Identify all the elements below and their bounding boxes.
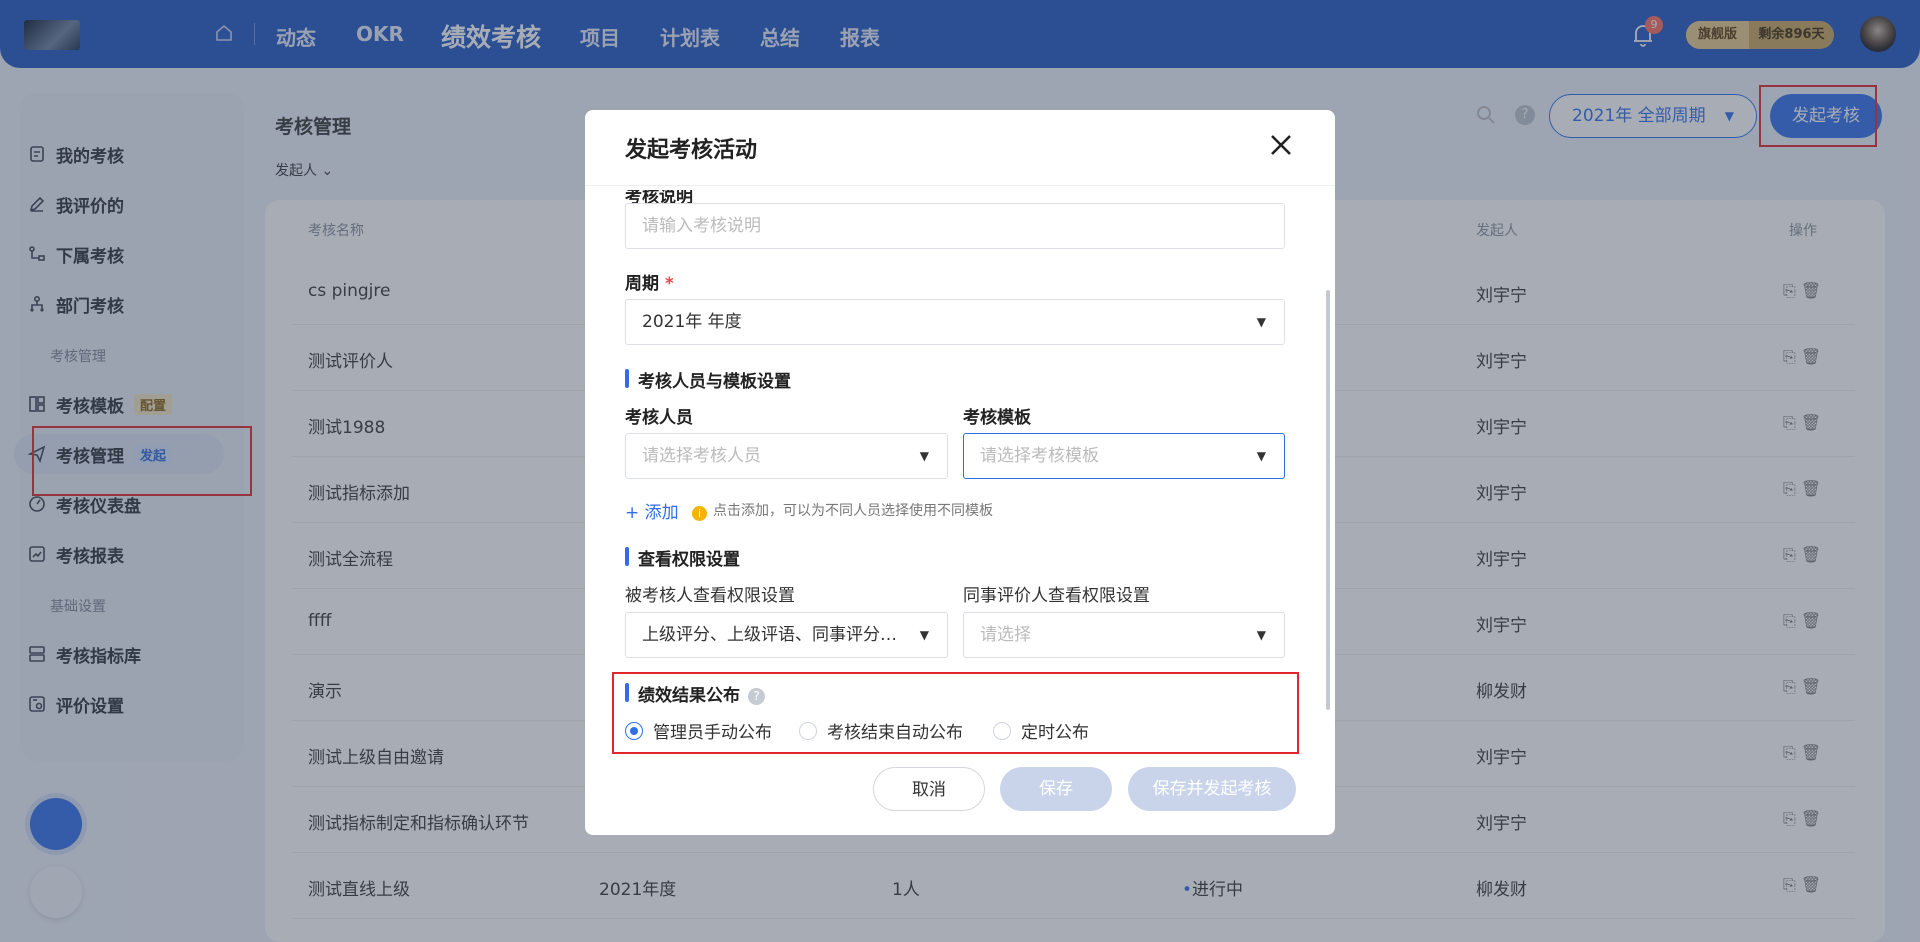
template-select[interactable]: 请选择考核模板 ▼ bbox=[963, 433, 1285, 479]
cancel-button[interactable]: 取消 bbox=[873, 767, 985, 811]
highlight-box-publish bbox=[612, 672, 1299, 754]
dialog-header-divider bbox=[585, 185, 1335, 186]
info-icon: i bbox=[692, 506, 707, 521]
reviewee-permission-select[interactable]: 上级评分、上级评语、同事评分… ▼ bbox=[625, 612, 948, 658]
template-label: 考核模板 bbox=[963, 408, 1031, 428]
description-input[interactable]: 请输入考核说明 bbox=[625, 203, 1285, 249]
launch-review-dialog: 发起考核活动 考核说明 请输入考核说明 周期 * 2021年 年度 ▼ 考核人员与… bbox=[585, 110, 1335, 835]
close-icon[interactable] bbox=[1268, 132, 1294, 158]
dialog-title: 发起考核活动 bbox=[625, 138, 758, 163]
caret-down-icon: ▼ bbox=[1256, 449, 1266, 463]
period-label-text: 周期 bbox=[625, 274, 659, 294]
period-select-field[interactable]: 2021年 年度 ▼ bbox=[625, 299, 1285, 345]
required-mark: * bbox=[664, 274, 674, 294]
add-template-link[interactable]: + 添加 bbox=[625, 498, 679, 523]
peer-permission-label: 同事评价人查看权限设置 bbox=[963, 586, 1150, 606]
save-button[interactable]: 保存 bbox=[1000, 767, 1112, 811]
dialog-scrollbar[interactable] bbox=[1326, 290, 1330, 710]
caret-down-icon: ▼ bbox=[919, 449, 929, 463]
caret-down-icon: ▼ bbox=[1256, 315, 1266, 329]
save-and-launch-button[interactable]: 保存并发起考核 bbox=[1128, 767, 1296, 811]
reviewee-label: 考核人员 bbox=[625, 408, 693, 428]
add-tip-text: 点击添加，可以为不同人员选择使用不同模板 bbox=[713, 503, 993, 519]
reviewee-permission-label: 被考核人查看权限设置 bbox=[625, 586, 795, 606]
caret-down-icon: ▼ bbox=[919, 628, 929, 642]
section-people-template: 考核人员与模板设置 bbox=[625, 367, 791, 392]
period-value: 2021年 年度 bbox=[642, 312, 742, 332]
caret-down-icon: ▼ bbox=[1256, 628, 1266, 642]
section-view-permission: 查看权限设置 bbox=[625, 545, 740, 570]
template-placeholder: 请选择考核模板 bbox=[980, 446, 1099, 466]
add-tip: i 点击添加，可以为不同人员选择使用不同模板 bbox=[692, 500, 993, 521]
reviewee-permission-value: 上级评分、上级评语、同事评分… bbox=[642, 625, 897, 645]
peer-permission-placeholder: 请选择 bbox=[980, 625, 1031, 645]
reviewee-placeholder: 请选择考核人员 bbox=[642, 446, 761, 466]
peer-permission-select[interactable]: 请选择 ▼ bbox=[963, 612, 1285, 658]
period-label: 周期 * bbox=[625, 269, 674, 294]
reviewee-select[interactable]: 请选择考核人员 ▼ bbox=[625, 433, 948, 479]
